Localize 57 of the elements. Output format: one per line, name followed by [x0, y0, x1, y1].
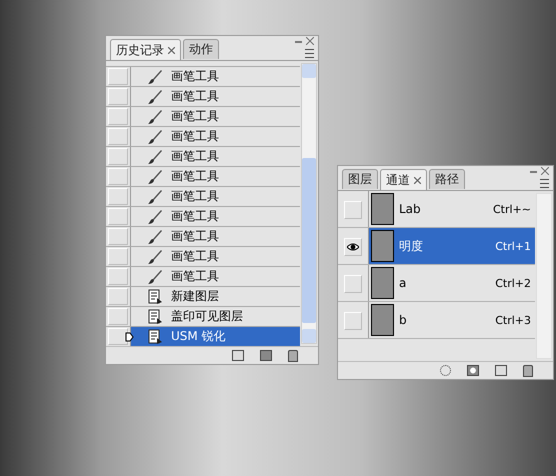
scrollbar[interactable] [301, 63, 317, 344]
brush-icon [147, 148, 163, 164]
history-item[interactable]: 画笔工具 [130, 267, 300, 286]
brush-icon [147, 108, 163, 124]
panel-tab[interactable]: 历史记录 [110, 39, 181, 60]
document-icon [147, 308, 163, 324]
trash-icon[interactable] [288, 350, 298, 362]
brush-icon [147, 68, 163, 84]
history-item[interactable]: 画笔工具 [130, 207, 300, 226]
new-channel-icon[interactable] [495, 365, 507, 376]
panel-tab[interactable]: 图层 [342, 169, 378, 189]
visibility-checkbox[interactable] [344, 275, 362, 293]
camera-icon[interactable] [260, 350, 272, 361]
brush-icon [147, 88, 163, 104]
panel-tab[interactable]: 通道 [380, 169, 427, 190]
history-item[interactable]: USM 锐化 [130, 327, 300, 346]
brush-icon [147, 208, 163, 224]
visibility-checkbox[interactable] [344, 201, 362, 219]
history-item[interactable]: 画笔工具 [130, 107, 300, 126]
thumbnail-placeholder [371, 304, 394, 336]
minimize-icon[interactable] [295, 41, 302, 43]
brush-icon [147, 248, 163, 264]
channel-item[interactable]: 明度 Ctrl+1 [368, 228, 535, 264]
state-marker-icon[interactable] [125, 332, 134, 342]
brush-icon [147, 228, 163, 244]
scrollbar[interactable] [536, 193, 552, 359]
history-item[interactable]: 新建图层 [130, 287, 300, 306]
trash-icon[interactable] [523, 364, 533, 376]
document-icon[interactable] [232, 350, 244, 361]
channel-item[interactable]: b Ctrl+3 [368, 302, 535, 338]
history-item[interactable]: 画笔工具 [130, 247, 300, 266]
history-item[interactable]: 画笔工具 [130, 87, 300, 106]
panel-tab[interactable]: 动作 [183, 39, 219, 59]
eye-icon[interactable] [344, 238, 362, 256]
thumbnail-placeholder [371, 267, 394, 299]
history-item[interactable]: 画笔工具 [130, 187, 300, 206]
document-icon [147, 288, 163, 304]
history-item[interactable]: 画笔工具 [130, 227, 300, 246]
channel-item[interactable]: a Ctrl+2 [368, 265, 535, 301]
minimize-icon[interactable] [530, 171, 537, 173]
history-item[interactable]: 盖印可见图层 [130, 307, 300, 326]
dotted-circle-icon[interactable] [440, 365, 451, 376]
mask-icon[interactable] [467, 365, 479, 376]
brush-icon [147, 168, 163, 184]
history-item[interactable]: 画笔工具 [130, 167, 300, 186]
history-item[interactable]: 画笔工具 [130, 127, 300, 146]
brush-icon [147, 188, 163, 204]
history-item[interactable]: 画笔工具 [130, 147, 300, 166]
panel-tab[interactable]: 路径 [429, 169, 465, 189]
channel-item[interactable]: Lab Ctrl+~ [368, 191, 535, 227]
visibility-checkbox[interactable] [344, 312, 362, 330]
thumbnail-placeholder [371, 193, 394, 225]
document-icon [147, 328, 163, 344]
brush-icon [147, 268, 163, 284]
history-item[interactable]: 画笔工具 [130, 67, 300, 86]
brush-icon [147, 128, 163, 144]
thumbnail-placeholder [371, 230, 394, 262]
